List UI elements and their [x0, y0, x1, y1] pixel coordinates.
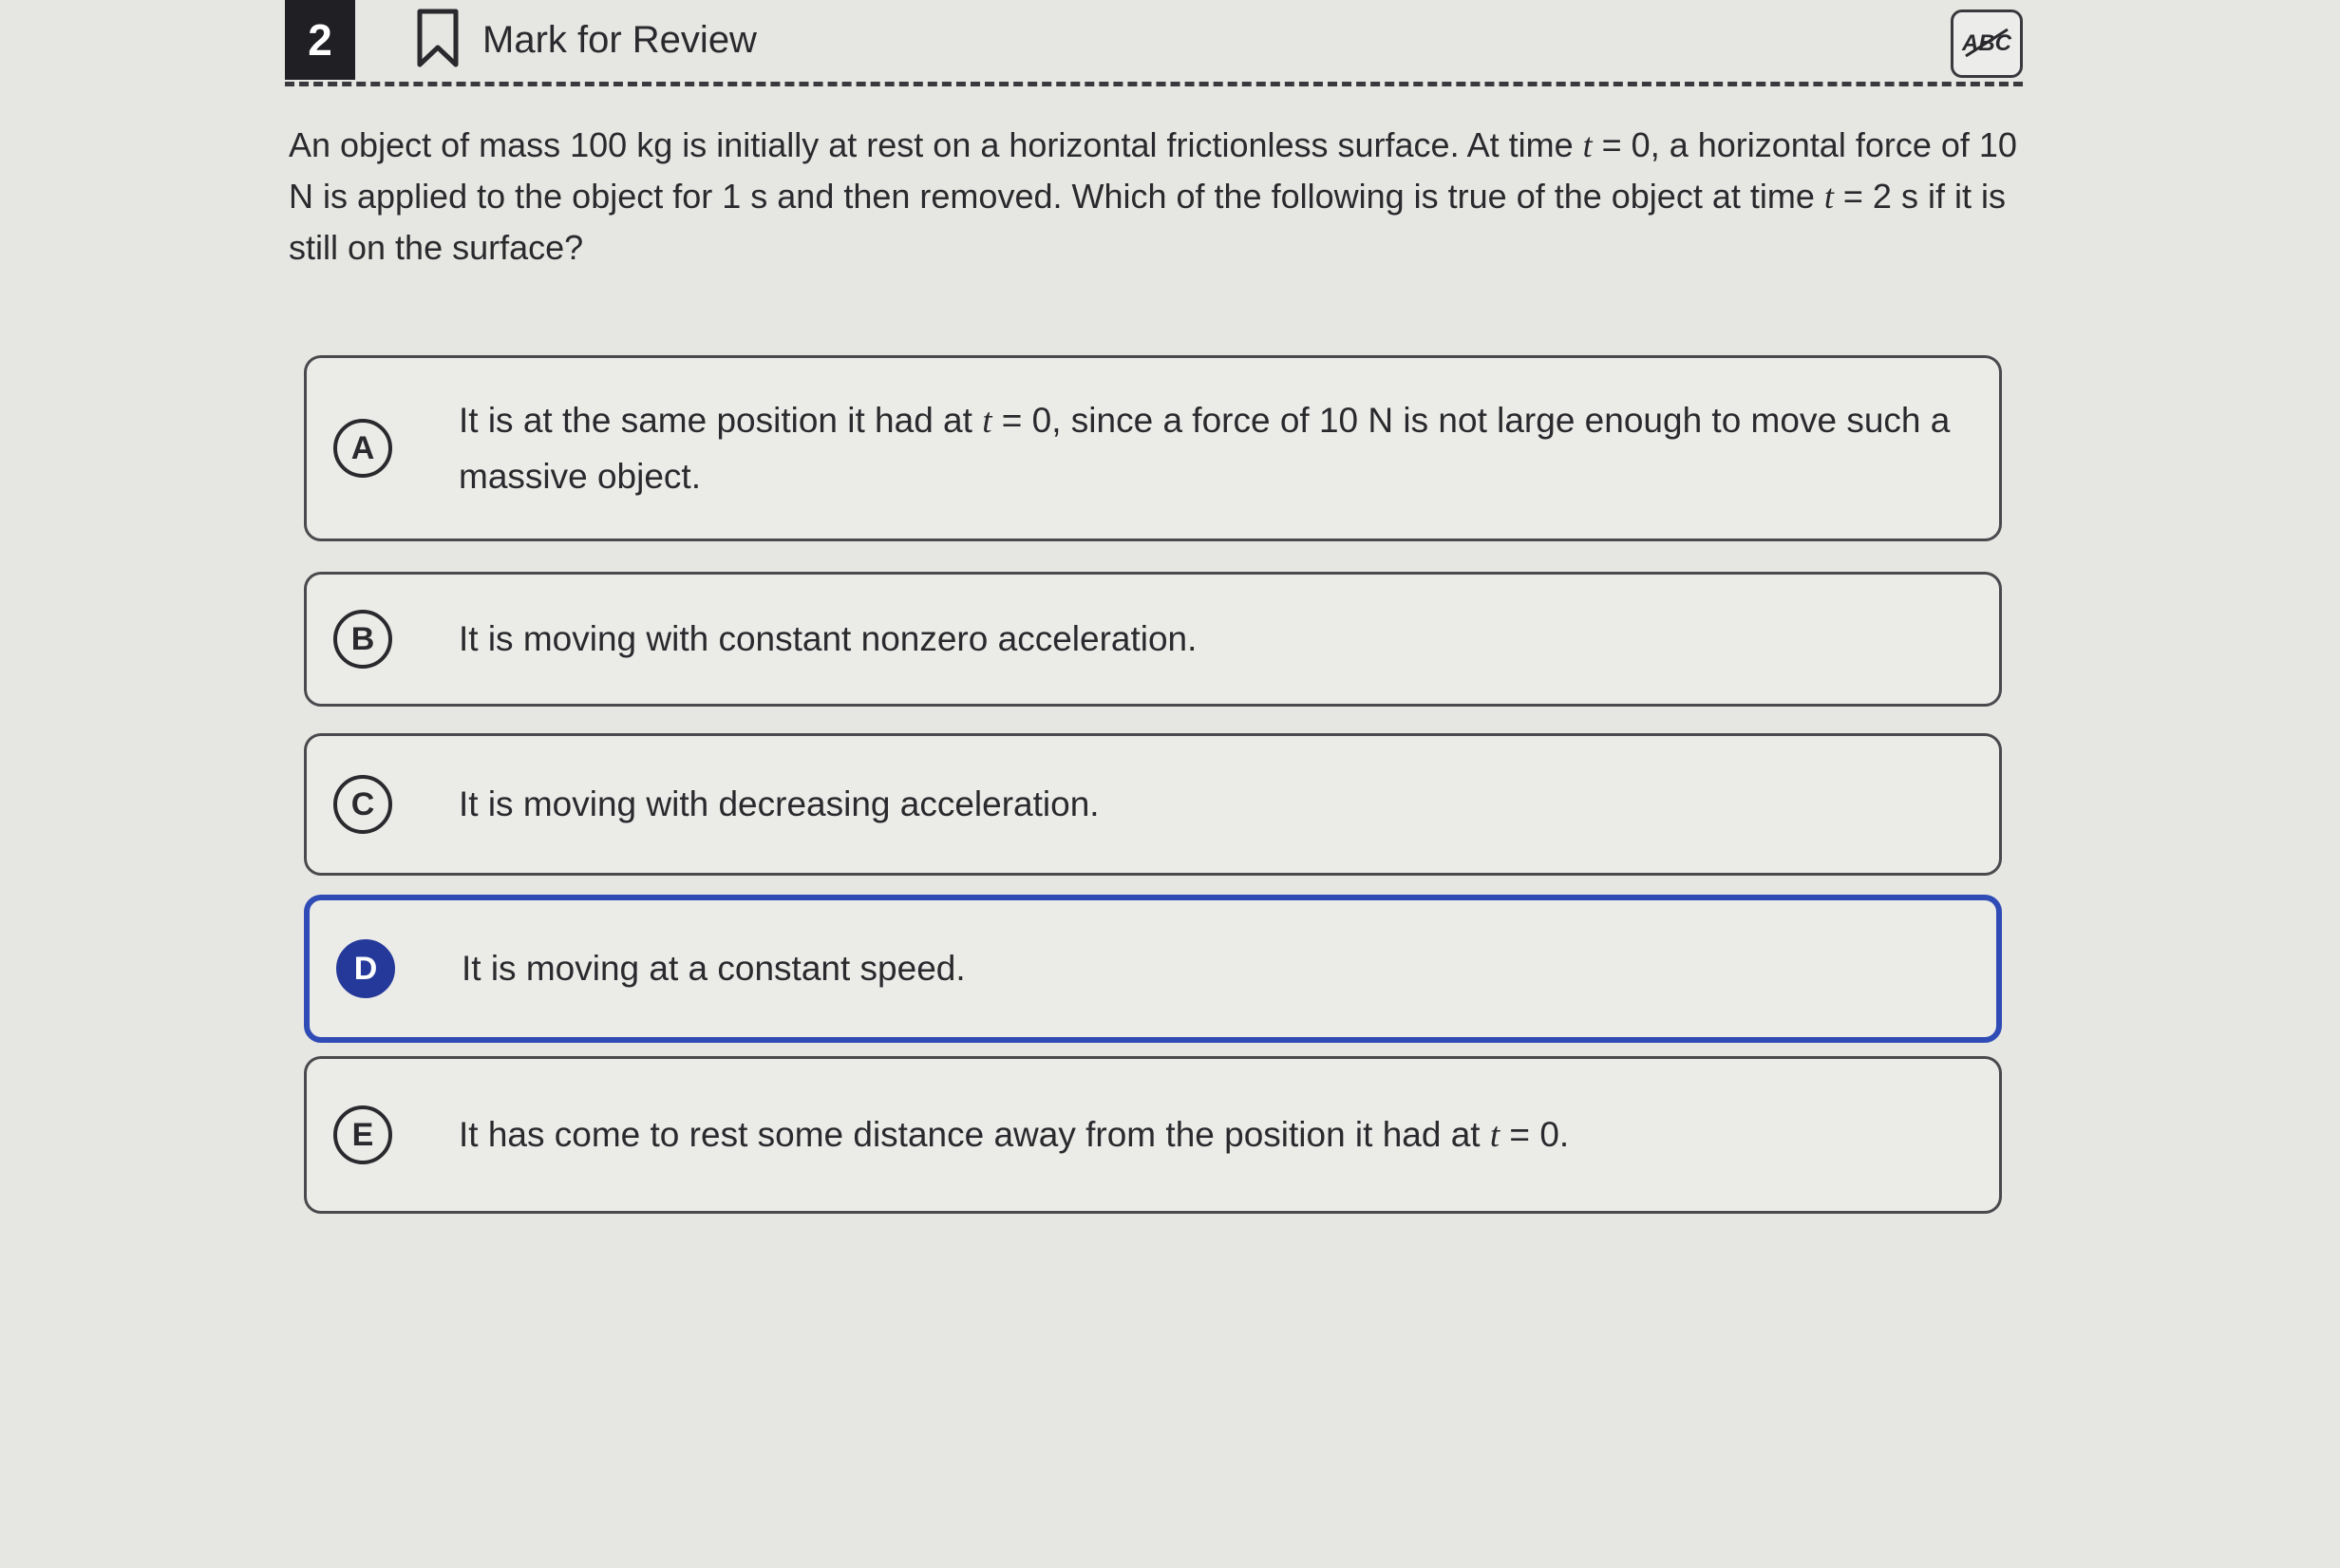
- choice-a-letter: A: [333, 419, 392, 478]
- choice-e-letter: E: [333, 1105, 392, 1164]
- choice-e[interactable]: E It has come to rest some distance away…: [304, 1056, 2002, 1214]
- question-stem: An object of mass 100 kg is initially at…: [289, 125, 2017, 267]
- choice-c-text: It is moving with decreasing acceleratio…: [459, 784, 1100, 823]
- choice-e-text: It has come to rest some distance away f…: [459, 1114, 1570, 1155]
- abc-strikethrough-button[interactable]: ABC: [1951, 9, 2023, 78]
- choice-d-letter: D: [336, 939, 395, 998]
- strikethrough-abc-icon: ABC: [1960, 20, 2013, 68]
- choice-c-letter: C: [333, 775, 392, 834]
- mark-for-review-label: Mark for Review: [482, 18, 757, 61]
- choice-a[interactable]: A It is at the same position it had at t…: [304, 355, 2002, 541]
- choice-c[interactable]: C It is moving with decreasing accelerat…: [304, 733, 2002, 876]
- choice-d[interactable]: D It is moving at a constant speed.: [304, 895, 2002, 1043]
- question-header: 2 Mark for Review ABC: [285, 0, 2023, 80]
- mark-for-review-button[interactable]: Mark for Review: [414, 8, 757, 73]
- bookmark-icon: [414, 8, 462, 73]
- choice-b-letter: B: [333, 610, 392, 669]
- choice-b-text: It is moving with constant nonzero accel…: [459, 619, 1198, 658]
- header-divider: [285, 82, 2023, 86]
- choice-a-text: It is at the same position it had at t =…: [459, 400, 1951, 496]
- choice-d-text: It is moving at a constant speed.: [462, 949, 966, 988]
- choice-b[interactable]: B It is moving with constant nonzero acc…: [304, 572, 2002, 707]
- question-number: 2: [285, 0, 355, 80]
